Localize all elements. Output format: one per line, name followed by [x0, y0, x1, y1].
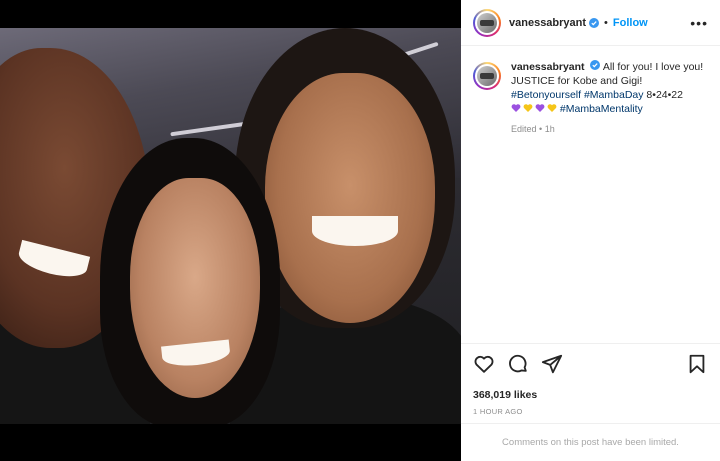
heart-outline-icon[interactable] — [473, 353, 495, 375]
likes-count[interactable]: 368,019 likes — [461, 383, 720, 401]
caption-row: vanessabryant All for you! I love you! J… — [473, 60, 708, 136]
profile-photo — [477, 66, 497, 86]
avatar[interactable] — [473, 62, 501, 90]
edited-time[interactable]: 1h — [545, 124, 555, 134]
purple-heart-icon — [511, 104, 521, 112]
yellow-heart-icon — [523, 104, 533, 112]
follow-button[interactable]: Follow — [613, 17, 648, 29]
comments-limited-notice: Comments on this post have been limited. — [461, 423, 720, 461]
caption-meta: Edited • 1h — [511, 122, 708, 136]
post-photo — [0, 28, 461, 424]
comments-area: vanessabryant All for you! I love you! J… — [461, 46, 720, 343]
instagram-post-modal: vanessabryant • Follow ••• vanessabryant — [0, 0, 720, 461]
edited-label: Edited — [511, 124, 537, 134]
heart-emojis — [511, 103, 557, 113]
paper-plane-icon[interactable] — [541, 353, 563, 375]
hashtag-link[interactable]: #MambaMentality — [560, 103, 643, 115]
verified-badge-icon — [590, 60, 601, 70]
bookmark-icon[interactable] — [686, 353, 708, 375]
caption-date: 8•24•22 — [646, 89, 683, 101]
post-caption: vanessabryant All for you! I love you! J… — [511, 60, 708, 136]
header-username[interactable]: vanessabryant — [509, 17, 586, 29]
post-side-panel: vanessabryant • Follow ••• vanessabryant — [461, 0, 720, 461]
post-header: vanessabryant • Follow ••• — [461, 0, 720, 46]
purple-heart-icon — [535, 104, 545, 112]
photo-smile — [312, 216, 398, 246]
post-media[interactable] — [0, 0, 461, 461]
caption-username[interactable]: vanessabryant — [511, 61, 585, 73]
action-bar — [461, 343, 720, 383]
profile-photo — [477, 12, 497, 33]
post-timestamp[interactable]: 1 HOUR AGO — [461, 401, 720, 416]
hashtag-link[interactable]: #MambaDay — [584, 89, 644, 101]
separator-dot: • — [604, 16, 608, 29]
verified-badge-icon — [589, 17, 600, 28]
meta-separator: • — [539, 124, 543, 134]
comment-bubble-icon[interactable] — [507, 353, 529, 375]
yellow-heart-icon — [547, 104, 557, 112]
avatar[interactable] — [473, 8, 501, 37]
photo-person-face — [265, 73, 435, 323]
more-options-icon[interactable]: ••• — [690, 15, 708, 31]
hashtag-link[interactable]: #Betonyourself — [511, 89, 581, 101]
